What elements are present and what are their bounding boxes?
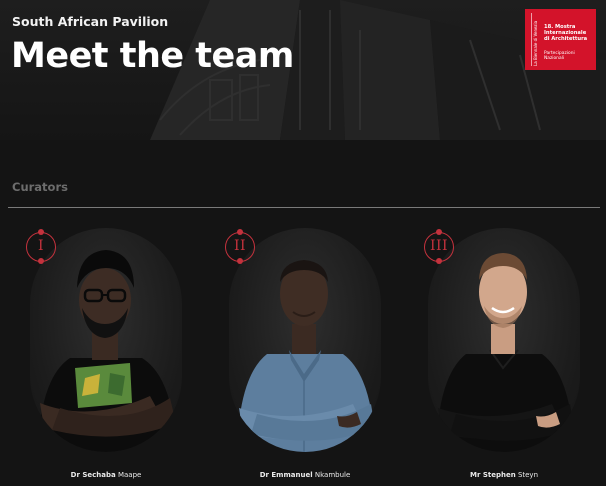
team-member-card[interactable]: III Mr Stephen Steyn bbox=[424, 228, 606, 486]
team-member-card[interactable]: II Dr Emmanuel Nkambule bbox=[225, 228, 419, 486]
member-name: Mr Stephen Steyn bbox=[428, 471, 580, 479]
member-title: Dr Emmanuel bbox=[259, 471, 313, 479]
logo-text: 18. Mostra Internazionale di Architettur… bbox=[544, 24, 594, 43]
section-divider bbox=[8, 207, 600, 208]
roman-numeral-badge: II bbox=[225, 229, 255, 264]
team-member-card[interactable]: I Dr Sechaba Maape bbox=[26, 228, 220, 486]
numeral-text: II bbox=[233, 238, 247, 254]
logo-vertical-text: La Biennale di Venezia bbox=[531, 13, 540, 66]
numeral-text: I bbox=[37, 238, 45, 254]
member-title: Mr Stephen bbox=[469, 471, 516, 479]
roman-numeral-badge: III bbox=[424, 229, 454, 264]
member-surname: Maape bbox=[117, 471, 142, 479]
hero-banner: South African Pavilion Meet the team La … bbox=[0, 0, 606, 140]
page-title: Meet the team bbox=[11, 36, 294, 76]
member-name: Dr Emmanuel Nkambule bbox=[229, 471, 381, 479]
member-surname: Nkambule bbox=[314, 471, 351, 479]
member-title: Dr Sechaba bbox=[70, 471, 116, 479]
member-surname: Steyn bbox=[517, 471, 539, 479]
member-name: Dr Sechaba Maape bbox=[30, 471, 182, 479]
logo-line-3: di Architettura bbox=[544, 36, 588, 43]
roman-numeral-badge: I bbox=[26, 229, 56, 264]
numeral-text: III bbox=[429, 238, 449, 254]
biennale-logo: La Biennale di Venezia 18. Mostra Intern… bbox=[525, 9, 596, 70]
section-heading-curators: Curators bbox=[12, 180, 68, 194]
pavilion-name: South African Pavilion bbox=[12, 14, 169, 29]
logo-subline: Partecipazioni Nazionali bbox=[544, 51, 575, 61]
